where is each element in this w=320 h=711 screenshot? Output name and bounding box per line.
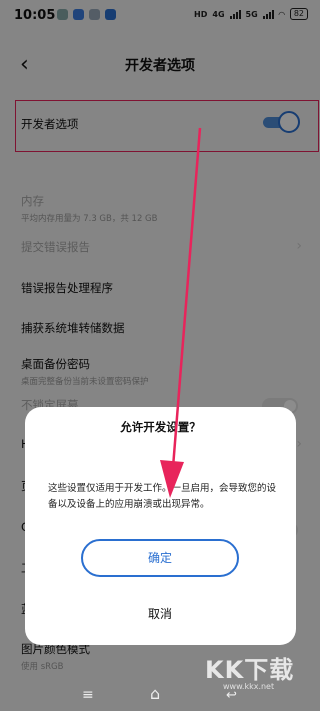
watermark-logo: KK下载 bbox=[205, 656, 295, 684]
annotation-arrow bbox=[160, 127, 202, 498]
watermark: KK下载 www.kkx.net bbox=[205, 650, 294, 691]
